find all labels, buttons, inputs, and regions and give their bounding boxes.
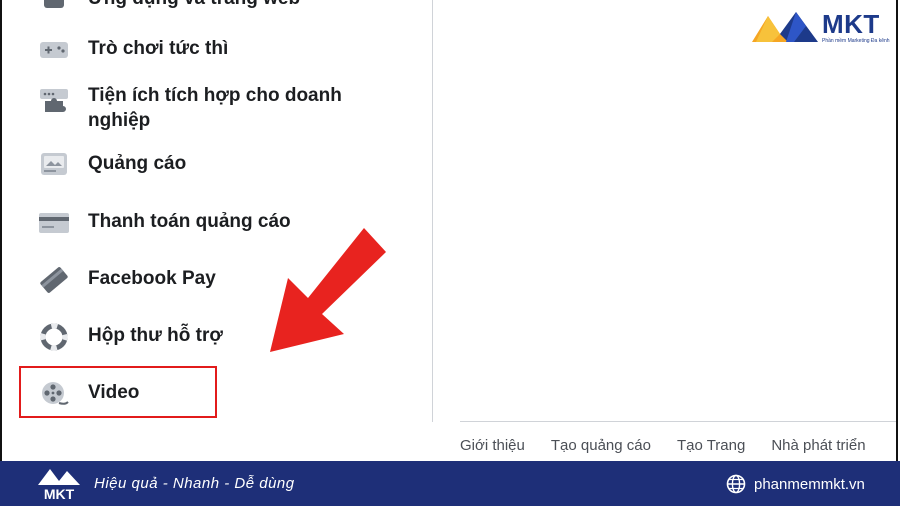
mkt-mountain-logo-icon <box>752 12 818 42</box>
red-arrow-icon <box>270 228 386 352</box>
footer-link-about[interactable]: Giới thiệu <box>460 437 525 454</box>
settings-sidebar: Ứng dụng và trang web Trò chơi tức thì T… <box>2 0 432 461</box>
banner-mkt-logo-icon: MKT <box>38 469 80 502</box>
payment-card-icon <box>38 266 70 294</box>
logo-subtitle: Phần mềm Marketing Đa kênh <box>822 37 890 44</box>
sidebar-item-label: Trò chơi tức thì <box>88 38 229 59</box>
bottom-banner: MKT Hiệu quả - Nhanh - Dễ dùng phanmemmk… <box>0 461 900 506</box>
mkt-logo: MKT Phần mềm Marketing Đa kênh <box>750 8 890 46</box>
footer-link-developers[interactable]: Nhà phát triển <box>771 437 865 454</box>
globe-icon <box>726 474 746 494</box>
sidebar-item-apps[interactable]: Ứng dụng và trang web <box>38 0 378 14</box>
sidebar-item-instant-games[interactable]: Trò chơi tức thì <box>38 36 378 64</box>
banner-tagline: Hiệu quả - Nhanh - Dễ dùng <box>94 475 295 492</box>
sidebar-item-label: Tiện ích tích hợp cho doanh nghiệp <box>88 85 342 131</box>
footer-link-create-page[interactable]: Tạo Trang <box>677 437 745 454</box>
sidebar-item-ads[interactable]: Quảng cáo <box>38 151 378 179</box>
footer-divider <box>460 421 896 422</box>
puzzle-icon <box>38 87 70 115</box>
footer-links: Giới thiệu Tạo quảng cáo Tạo Trang Nhà p… <box>460 437 866 454</box>
banner-website[interactable]: phanmemmkt.vn <box>726 474 865 494</box>
sidebar-item-label: Ứng dụng và trang web <box>88 0 378 11</box>
lifebuoy-icon <box>38 323 70 351</box>
apps-icon <box>38 0 70 14</box>
video-highlight-box <box>19 366 217 418</box>
svg-text:MKT: MKT <box>44 486 75 502</box>
settings-window: Ứng dụng và trang web Trò chơi tức thì T… <box>0 0 898 461</box>
ads-icon <box>38 151 70 179</box>
content-divider <box>432 0 433 422</box>
sidebar-item-business-integrations[interactable]: Tiện ích tích hợp cho doanh nghiệp <box>38 83 378 133</box>
sidebar-item-label: Quảng cáo <box>88 153 187 174</box>
credit-card-icon <box>38 209 70 237</box>
gamepad-icon <box>38 36 70 64</box>
website-text: phanmemmkt.vn <box>754 475 865 493</box>
logo-text: MKT <box>822 8 880 39</box>
footer-link-create-ad[interactable]: Tạo quảng cáo <box>551 437 651 454</box>
